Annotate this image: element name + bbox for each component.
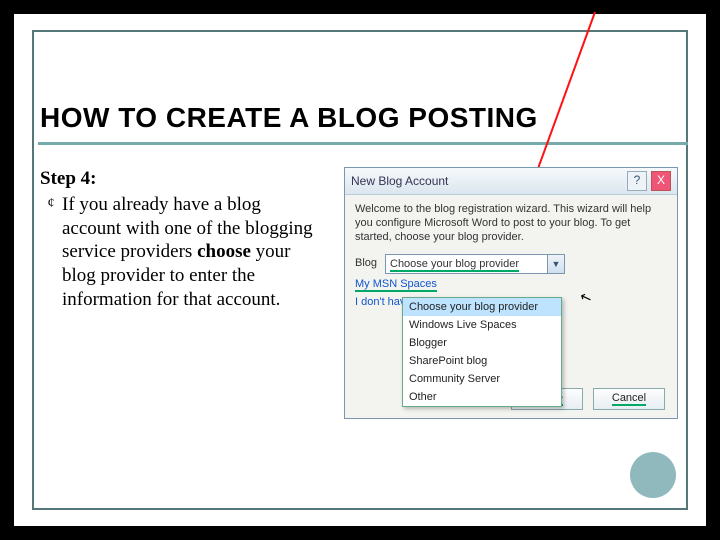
combobox-value: Choose your blog provider <box>390 259 519 272</box>
option-community[interactable]: Community Server <box>403 370 561 388</box>
option-sharepoint[interactable]: SharePoint blog <box>403 352 561 370</box>
decorative-dot <box>630 452 676 498</box>
blog-provider-combobox[interactable]: Choose your blog provider ▼ <box>385 254 565 274</box>
link-my-space[interactable]: My MSN Spaces <box>355 278 667 292</box>
slide-title: HOW TO CREATE A BLOG POSTING <box>40 102 538 134</box>
step-label: Step 4: <box>40 167 320 191</box>
dialog-screenshot: New Blog Account ? X Welcome to the blog… <box>344 167 676 527</box>
help-button[interactable]: ? <box>627 171 647 191</box>
callout-line <box>531 12 596 187</box>
option-other[interactable]: Other <box>403 388 561 406</box>
blog-label: Blog <box>355 257 385 271</box>
cancel-button[interactable]: Cancel <box>593 388 665 410</box>
welcome-text: Welcome to the blog registration wizard.… <box>355 203 667 244</box>
dialog-title-text: New Blog Account <box>351 174 448 188</box>
option-choose[interactable]: Choose your blog provider <box>403 298 561 316</box>
option-blogger[interactable]: Blogger <box>403 334 561 352</box>
chevron-down-icon[interactable]: ▼ <box>547 255 564 273</box>
provider-dropdown[interactable]: Choose your blog provider Windows Live S… <box>402 297 562 407</box>
bullet-icon: ¢ <box>40 193 62 312</box>
close-button[interactable]: X <box>651 171 671 191</box>
bullet-text: If you already have a blog account with … <box>62 193 320 312</box>
dialog-titlebar: New Blog Account ? X <box>345 168 677 195</box>
title-underline <box>38 142 688 145</box>
option-wls[interactable]: Windows Live Spaces <box>403 316 561 334</box>
body-text: Step 4: ¢ If you already have a blog acc… <box>40 167 320 312</box>
